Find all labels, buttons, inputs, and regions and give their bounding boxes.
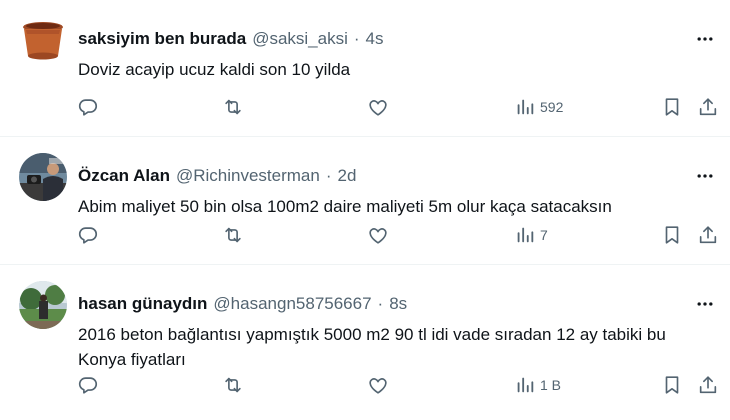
tweet-text: Abim maliyet 50 bin olsa 100m2 daire mal… <box>78 197 612 216</box>
timestamp[interactable]: 2d <box>338 166 357 186</box>
display-name[interactable]: Özcan Alan <box>78 166 170 186</box>
bookmark-button[interactable] <box>661 223 683 247</box>
retweet-icon <box>225 99 241 115</box>
timestamp[interactable]: 4s <box>366 29 384 49</box>
reply-icon <box>78 99 98 116</box>
handle[interactable]: @hasangn58756667 <box>213 294 371 314</box>
share-button[interactable] <box>697 95 719 119</box>
bookmark-icon <box>665 376 679 394</box>
display-name[interactable]: saksiyim ben burada <box>78 29 246 49</box>
like-icon <box>369 228 387 244</box>
share-button[interactable] <box>697 373 719 397</box>
handle[interactable]: @Richinvesterman <box>176 166 320 186</box>
separator: · <box>353 29 360 48</box>
views-count: 592 <box>540 99 564 115</box>
views-icon <box>517 99 534 115</box>
reply-button[interactable] <box>77 223 99 247</box>
tweet-header: hasan günaydın @hasangn58756667 · 8s <box>78 293 407 315</box>
flower-pot-avatar[interactable] <box>19 16 67 64</box>
park-scene-avatar[interactable] <box>19 281 67 329</box>
retweet-icon <box>225 377 241 393</box>
more-icon[interactable] <box>692 293 718 315</box>
views-count: 1 B <box>540 377 562 393</box>
tweet-3[interactable]: hasan günaydın @hasangn58756667 · 8s 201… <box>0 265 730 420</box>
action-bar: 592 <box>0 95 730 119</box>
reply-icon <box>78 377 98 394</box>
man-with-camera-avatar[interactable] <box>19 153 67 201</box>
views-button[interactable]: 7 <box>514 223 548 247</box>
bookmark-icon <box>665 226 679 244</box>
reply-button[interactable] <box>77 95 99 119</box>
reply-icon <box>78 227 98 244</box>
views-icon <box>517 377 534 393</box>
tweet-2[interactable]: Özcan Alan @Richinvesterman · 2d Abim ma… <box>0 137 730 264</box>
retweet-button[interactable] <box>222 95 244 119</box>
handle[interactable]: @saksi_aksi <box>252 29 348 49</box>
views-icon <box>517 227 534 243</box>
tweet-header: Özcan Alan @Richinvesterman · 2d <box>78 165 356 187</box>
display-name[interactable]: hasan günaydın <box>78 294 207 314</box>
tweet-1[interactable]: saksiyim ben burada @saksi_aksi · 4s Dov… <box>0 0 730 136</box>
share-icon <box>699 376 717 394</box>
tweet-text: 2016 beton bağlantısı yapmıştık 5000 m2 … <box>78 325 666 369</box>
timestamp[interactable]: 8s <box>389 294 407 314</box>
like-icon <box>369 100 387 116</box>
like-button[interactable] <box>367 223 389 247</box>
share-button[interactable] <box>697 223 719 247</box>
bookmark-button[interactable] <box>661 95 683 119</box>
separator: · <box>325 166 332 185</box>
bookmark-button[interactable] <box>661 373 683 397</box>
views-button[interactable]: 592 <box>514 95 563 119</box>
tweet-text: Doviz acayip ucuz kaldi son 10 yilda <box>78 60 351 79</box>
like-button[interactable] <box>367 95 389 119</box>
like-button[interactable] <box>367 373 389 397</box>
share-icon <box>699 226 717 244</box>
action-bar: 7 <box>0 223 730 247</box>
tweet-header: saksiyim ben burada @saksi_aksi · 4s <box>78 28 384 50</box>
views-count: 7 <box>540 227 548 243</box>
more-icon[interactable] <box>692 28 718 50</box>
retweet-button[interactable] <box>222 223 244 247</box>
retweet-button[interactable] <box>222 373 244 397</box>
reply-button[interactable] <box>77 373 99 397</box>
share-icon <box>699 98 717 116</box>
like-icon <box>369 378 387 394</box>
more-icon[interactable] <box>692 165 718 187</box>
retweet-icon <box>225 227 241 243</box>
bookmark-icon <box>665 98 679 116</box>
action-bar: 1 B <box>0 373 730 397</box>
views-button[interactable]: 1 B <box>514 373 561 397</box>
separator: · <box>377 294 384 313</box>
